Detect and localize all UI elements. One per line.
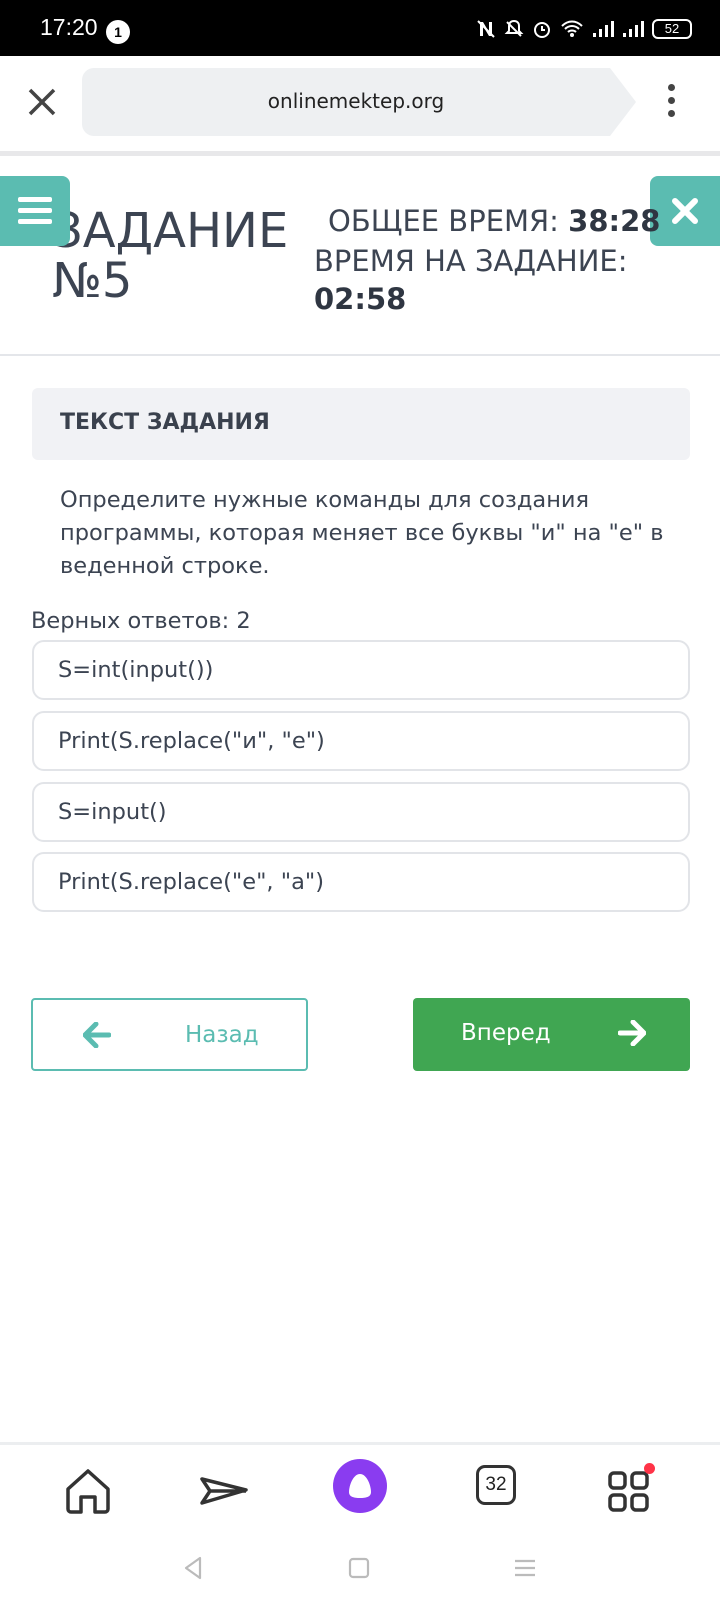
browser-divider (0, 151, 720, 156)
total-time: ОБЩЕЕ ВРЕМЯ: 38:28 (328, 204, 660, 238)
menu-button[interactable] (0, 176, 70, 246)
close-icon (672, 198, 698, 224)
browser-toolbar: onlinemektep.org (0, 56, 720, 152)
recents-menu-icon[interactable] (512, 1556, 538, 1580)
header-divider (0, 354, 720, 356)
more-vertical-icon[interactable] (666, 84, 676, 124)
bottom-nav: 32 (0, 1445, 720, 1545)
exit-button[interactable] (650, 176, 720, 246)
tabs-icon[interactable]: 32 (476, 1465, 516, 1505)
task-time-label: ВРЕМЯ НА ЗАДАНИЕ: (314, 244, 628, 278)
hamburger-icon (18, 197, 52, 202)
task-time-value: 02:58 (314, 282, 407, 316)
answer-option[interactable]: Print(S.replace("и", "е") (32, 711, 690, 771)
alice-shape (349, 1474, 371, 1498)
arrow-left-icon (83, 1022, 111, 1048)
send-icon[interactable] (192, 1459, 256, 1523)
title-line-1: ЗАДАНИЕ (52, 203, 289, 259)
answer-option-text: S=int(input()) (58, 657, 214, 683)
answer-option-text: S=input() (58, 799, 167, 825)
notification-dot (644, 1463, 655, 1474)
address-bar[interactable]: onlinemektep.org (82, 68, 636, 136)
task-time: ВРЕМЯ НА ЗАДАНИЕ: 02:58 (314, 242, 627, 318)
status-time: 17:20 (40, 14, 98, 40)
battery-icon: 52 (652, 19, 692, 39)
task-text-label: ТЕКСТ ЗАДАНИЯ (60, 410, 270, 435)
arrow-right-icon (618, 1020, 646, 1046)
alarm-icon (534, 22, 550, 38)
back-button-label: Назад (185, 1022, 259, 1048)
next-button-label: Вперед (461, 1020, 551, 1046)
alice-icon[interactable] (333, 1459, 387, 1513)
total-time-value: 38:28 (568, 204, 661, 238)
title-line-2: №5 (52, 253, 133, 309)
task-text-header: ТЕКСТ ЗАДАНИЯ (32, 388, 690, 460)
next-button[interactable]: Вперед (413, 998, 690, 1071)
system-nav-bar (0, 1545, 720, 1600)
dnd-icon (504, 19, 524, 37)
answer-option[interactable]: S=input() (32, 782, 690, 842)
status-icons: 52 (476, 16, 692, 42)
answer-option[interactable]: Print(S.replace("е", "а") (32, 852, 690, 912)
status-bar: 17:20 1 52 (0, 0, 720, 56)
home-square-icon[interactable] (347, 1556, 371, 1580)
total-time-label: ОБЩЕЕ ВРЕМЯ: (328, 204, 559, 238)
answer-option-text: Print(S.replace("и", "е") (58, 728, 325, 754)
back-button[interactable]: Назад (31, 998, 308, 1071)
close-icon[interactable] (24, 84, 60, 120)
answer-option[interactable]: S=int(input()) (32, 640, 690, 700)
nfc-icon (477, 20, 495, 38)
question-text: Определите нужные команды для создания п… (60, 487, 664, 579)
answer-option-text: Print(S.replace("е", "а") (58, 869, 324, 895)
page-title: ЗАДАНИЕ №5 (52, 206, 288, 306)
home-icon[interactable] (56, 1459, 120, 1523)
correct-answers-count: Верных ответов: 2 (31, 608, 251, 634)
wifi-icon (561, 20, 583, 37)
url-text: onlinemektep.org (267, 89, 445, 113)
signal-icon (623, 21, 644, 37)
back-triangle-icon[interactable] (180, 1555, 206, 1581)
notification-count-badge: 1 (106, 20, 130, 44)
signal-icon (593, 21, 614, 37)
